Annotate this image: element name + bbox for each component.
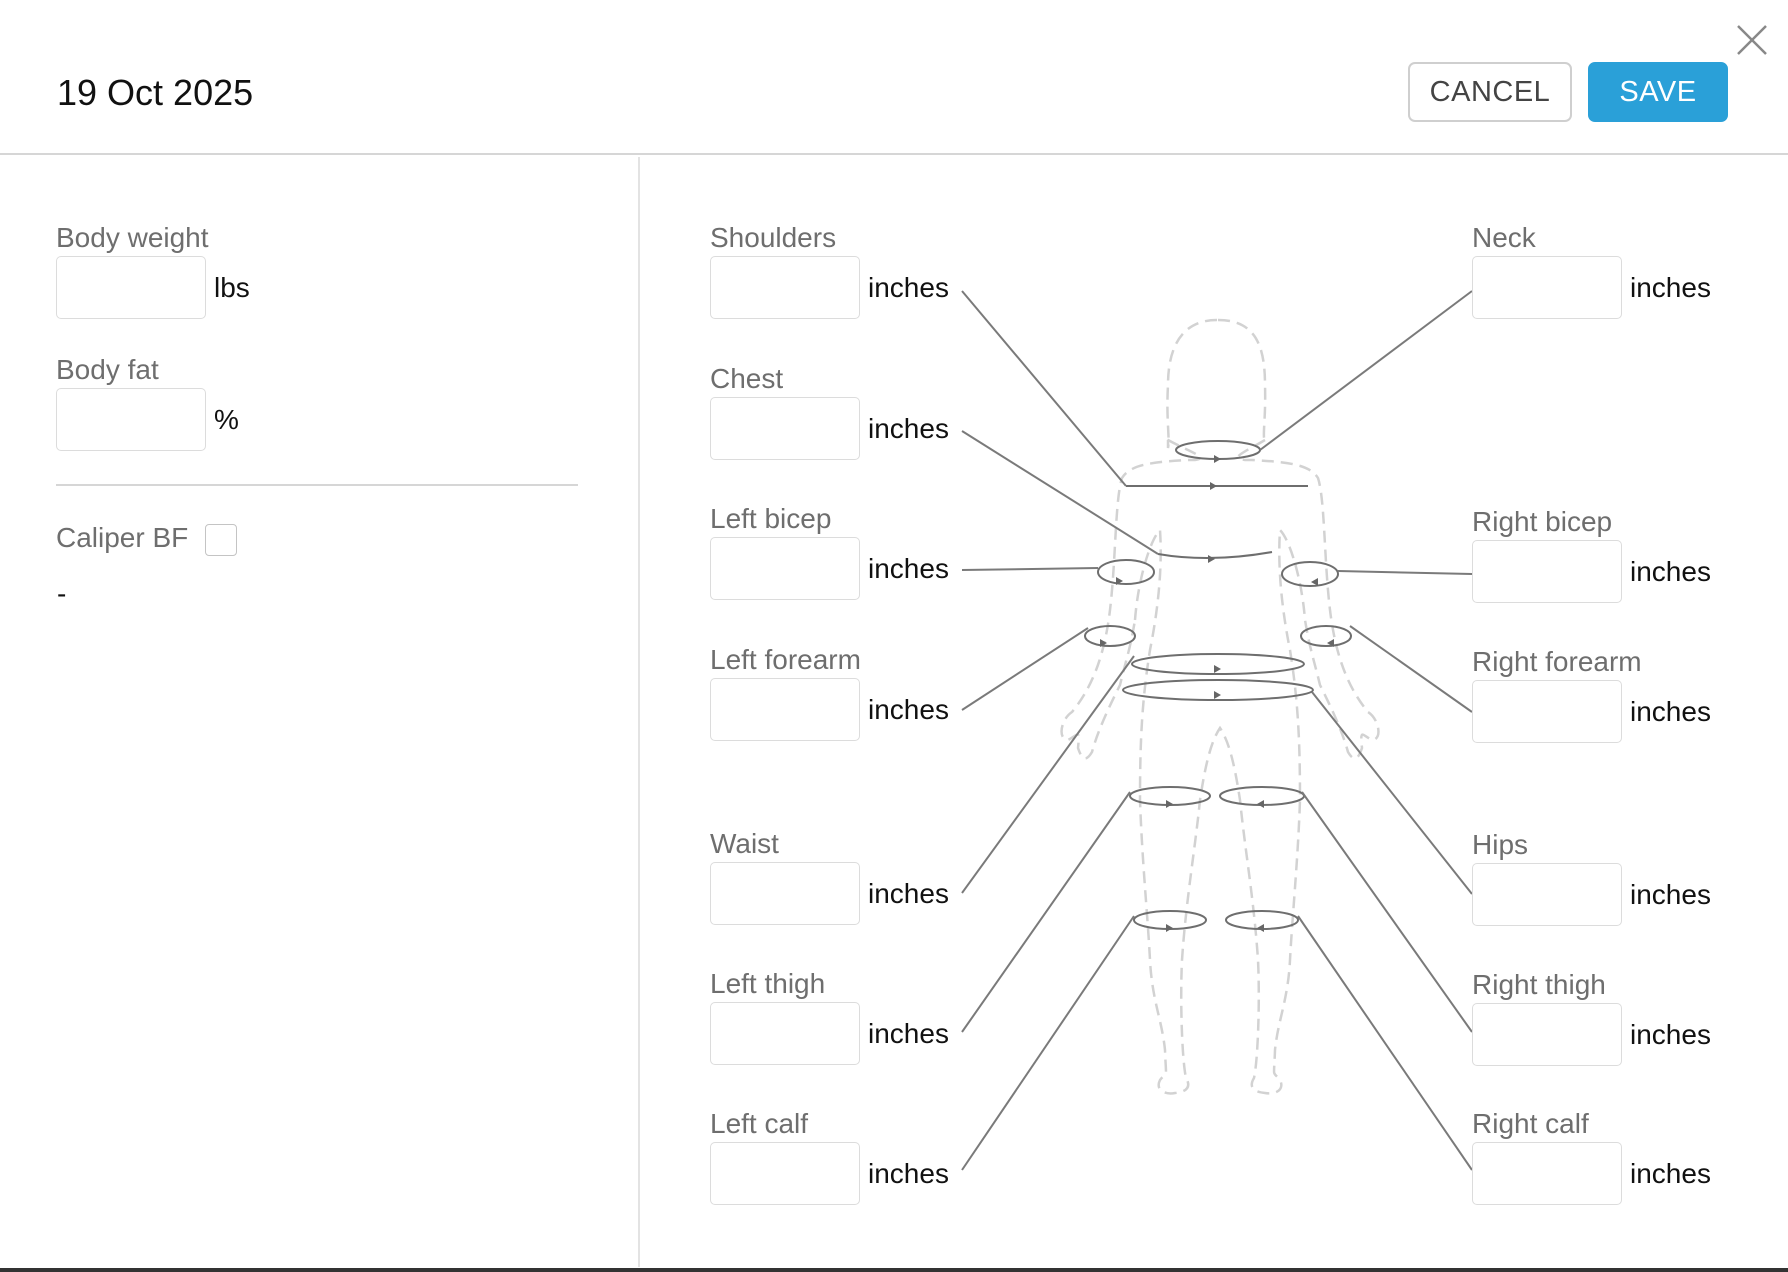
left-bicep-input[interactable]	[710, 537, 860, 600]
left-thigh-input[interactable]	[710, 1002, 860, 1065]
neck-unit: inches	[1630, 272, 1711, 303]
waist-input[interactable]	[710, 862, 860, 925]
right-bicep-input[interactable]	[1472, 540, 1622, 603]
right-bicep-label: Right bicep	[1472, 506, 1613, 537]
waist-label: Waist	[710, 828, 779, 859]
caliper-bf-value: -	[57, 578, 67, 609]
left-forearm-label: Left forearm	[710, 644, 861, 675]
left-calf-input[interactable]	[710, 1142, 860, 1205]
right-calf-input[interactable]	[1472, 1142, 1622, 1205]
right-forearm-unit: inches	[1630, 696, 1711, 727]
right-bicep-unit: inches	[1630, 556, 1711, 587]
body-fat-unit: %	[214, 404, 239, 435]
body-weight-unit: lbs	[214, 272, 250, 303]
page-title: 19 Oct 2025	[57, 72, 254, 113]
left-thigh-label: Left thigh	[710, 968, 826, 999]
right-forearm-label: Right forearm	[1472, 646, 1642, 677]
right-thigh-input[interactable]	[1472, 1003, 1622, 1066]
right-calf-unit: inches	[1630, 1158, 1711, 1189]
neck-label: Neck	[1472, 222, 1536, 253]
measurement-bands	[1084, 440, 1352, 930]
body-weight-label: Body weight	[56, 222, 209, 253]
caliper-bf-label: Caliper BF	[56, 522, 189, 553]
left-forearm-unit: inches	[868, 694, 949, 725]
cancel-button[interactable]: CANCEL	[1408, 62, 1572, 122]
right-forearm-input[interactable]	[1472, 680, 1622, 743]
hips-label: Hips	[1472, 829, 1529, 860]
body-weight-input[interactable]	[56, 256, 206, 319]
chest-unit: inches	[868, 413, 949, 444]
body-silhouette	[1060, 318, 1380, 1095]
body-fat-label: Body fat	[56, 354, 159, 385]
hips-input[interactable]	[1472, 863, 1622, 926]
divider	[56, 484, 578, 486]
hips-unit: inches	[1630, 879, 1711, 910]
left-panel	[0, 157, 640, 1267]
left-bicep-unit: inches	[868, 553, 949, 584]
left-calf-unit: inches	[868, 1158, 949, 1189]
dialog-header: 19 Oct 2025 CANCEL SAVE	[0, 0, 1788, 155]
neck-input[interactable]	[1472, 256, 1622, 319]
close-icon[interactable]	[1732, 20, 1772, 60]
right-calf-label: Right calf	[1472, 1108, 1589, 1139]
bottom-border	[0, 1268, 1788, 1272]
shoulders-input[interactable]	[710, 256, 860, 319]
right-thigh-unit: inches	[1630, 1019, 1711, 1050]
left-forearm-input[interactable]	[710, 678, 860, 741]
left-thigh-unit: inches	[868, 1018, 949, 1049]
waist-unit: inches	[868, 878, 949, 909]
right-thigh-label: Right thigh	[1472, 969, 1606, 1000]
chest-input[interactable]	[710, 397, 860, 460]
band-arrows	[1100, 455, 1334, 932]
left-calf-label: Left calf	[710, 1108, 809, 1139]
caliper-bf-checkbox[interactable]	[205, 524, 237, 556]
shoulders-label: Shoulders	[710, 222, 837, 253]
leader-lines	[961, 290, 1473, 1171]
chest-label: Chest	[710, 363, 784, 394]
save-button[interactable]: SAVE	[1588, 62, 1728, 122]
left-bicep-label: Left bicep	[710, 503, 832, 534]
body-fat-input[interactable]	[56, 388, 206, 451]
shoulders-unit: inches	[868, 272, 949, 303]
